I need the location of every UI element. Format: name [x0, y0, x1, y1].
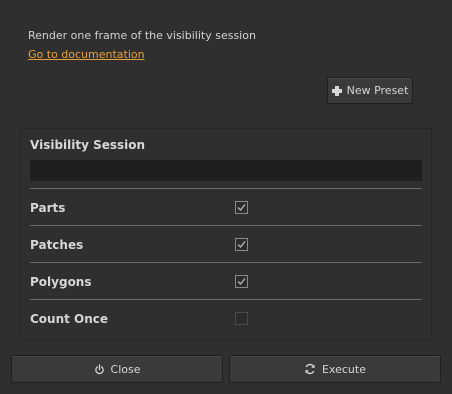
row-label-count-once: Count Once [30, 312, 109, 326]
refresh-icon [304, 363, 316, 375]
close-button[interactable]: Close [11, 355, 223, 383]
visibility-session-panel: Visibility Session Parts Patches Polygon… [20, 128, 432, 340]
polygons-checkbox[interactable] [235, 275, 248, 288]
execute-button[interactable]: Execute [229, 355, 441, 383]
execute-label: Execute [322, 362, 366, 376]
row-label-parts: Parts [30, 201, 66, 215]
check-icon [237, 278, 246, 285]
session-title: Visibility Session [30, 138, 146, 152]
separator [30, 225, 422, 226]
count-once-checkbox[interactable] [235, 312, 248, 325]
plus-icon [331, 85, 342, 96]
description-text: Render one frame of the visibility sessi… [28, 29, 256, 42]
check-icon [237, 204, 246, 211]
documentation-link[interactable]: Go to documentation [28, 48, 145, 61]
row-label-polygons: Polygons [30, 275, 92, 289]
new-preset-button[interactable]: New Preset [327, 77, 413, 104]
patches-checkbox[interactable] [235, 238, 248, 251]
new-preset-label: New Preset [346, 84, 409, 97]
separator [30, 299, 422, 300]
parts-checkbox[interactable] [235, 201, 248, 214]
close-label: Close [110, 362, 141, 376]
row-label-patches: Patches [30, 238, 84, 252]
session-input[interactable] [30, 160, 422, 181]
power-icon [94, 363, 105, 375]
check-icon [237, 241, 246, 248]
separator [30, 262, 422, 263]
separator [30, 188, 422, 189]
